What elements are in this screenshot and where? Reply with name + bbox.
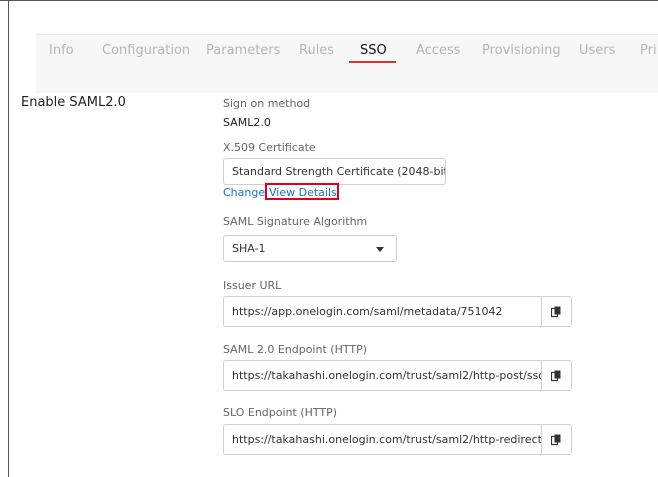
section-title: Enable SAML2.0 — [21, 95, 126, 110]
certificate-field: Standard Strength Certificate (2048-bit) — [223, 158, 446, 185]
issuer-url-label: Issuer URL — [223, 279, 282, 292]
issuer-url-field[interactable]: https://app.onelogin.com/saml/metadata/7… — [223, 296, 541, 327]
saml-endpoint-field[interactable]: https://takahashi.onelogin.com/trust/sam… — [223, 360, 541, 391]
certificate-value: Standard Strength Certificate (2048-bit) — [232, 165, 446, 178]
slo-endpoint-label: SLO Endpoint (HTTP) — [223, 406, 338, 419]
copy-saml-endpoint-button[interactable] — [541, 360, 572, 391]
clipboard-copy-icon — [551, 306, 561, 317]
saml-endpoint-value: https://takahashi.onelogin.com/trust/sam… — [232, 369, 541, 382]
tab-info[interactable]: Info — [49, 39, 74, 63]
issuer-url-value: https://app.onelogin.com/saml/metadata/7… — [232, 305, 503, 318]
tab-users[interactable]: Users — [579, 39, 615, 63]
copy-slo-endpoint-button[interactable] — [541, 424, 572, 455]
signature-algorithm-select[interactable]: SHA-1 — [223, 235, 397, 262]
signature-algorithm-label: SAML Signature Algorithm — [223, 215, 368, 228]
tab-privileges[interactable]: Pri — [640, 39, 657, 63]
clipboard-copy-icon — [551, 434, 561, 445]
change-certificate-link[interactable]: Change — [223, 186, 265, 199]
tab-provisioning[interactable]: Provisioning — [482, 39, 561, 63]
window-left-border — [8, 0, 9, 477]
saml-endpoint-label: SAML 2.0 Endpoint (HTTP) — [223, 343, 368, 356]
tab-rules[interactable]: Rules — [299, 39, 334, 63]
tab-configuration[interactable]: Configuration — [102, 39, 190, 63]
slo-endpoint-value: https://takahashi.onelogin.com/trust/sam… — [232, 433, 541, 446]
app-tab-bar: Info Configuration Parameters Rules SSO … — [36, 34, 658, 93]
certificate-label: X.509 Certificate — [223, 141, 316, 154]
tab-parameters[interactable]: Parameters — [206, 39, 280, 63]
tab-sso[interactable]: SSO — [360, 39, 387, 63]
sign-on-method-value: SAML2.0 — [223, 116, 271, 129]
sign-on-method-label: Sign on method — [223, 97, 311, 110]
clipboard-copy-icon — [551, 370, 561, 381]
view-details-highlight — [265, 183, 339, 200]
slo-endpoint-field[interactable]: https://takahashi.onelogin.com/trust/sam… — [223, 424, 541, 455]
active-tab-indicator — [349, 61, 396, 63]
tab-access[interactable]: Access — [416, 39, 461, 63]
copy-issuer-url-button[interactable] — [541, 296, 572, 327]
window-top-border — [0, 0, 658, 1]
signature-algorithm-value: SHA-1 — [232, 242, 266, 255]
caret-down-icon — [376, 246, 384, 252]
